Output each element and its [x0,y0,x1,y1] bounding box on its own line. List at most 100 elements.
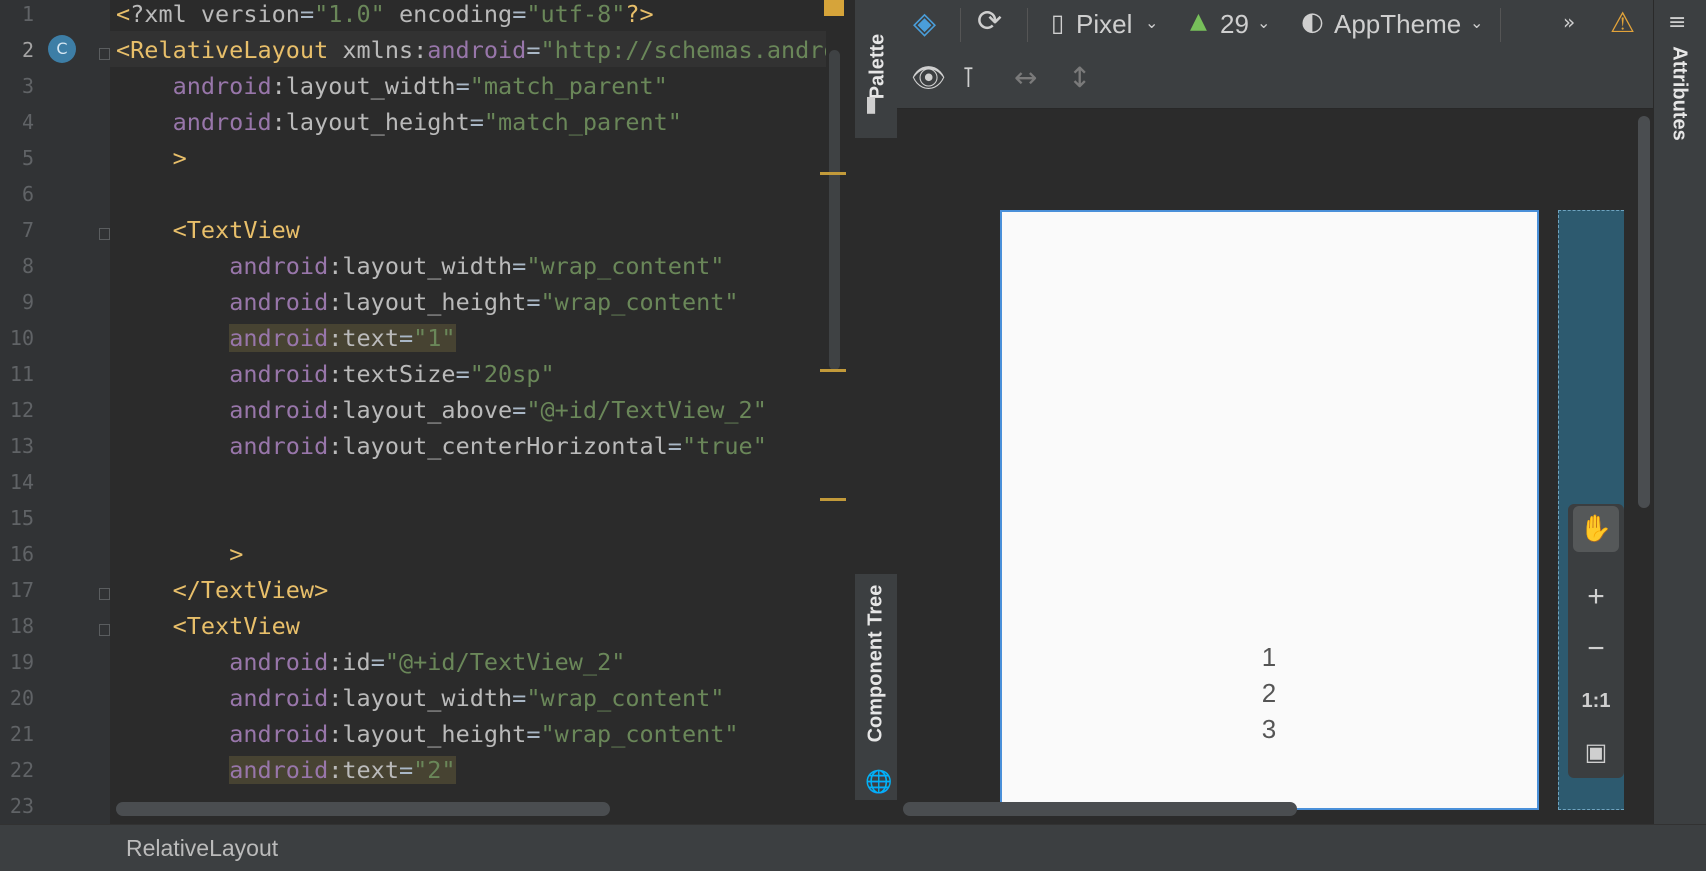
code-token: = [398,324,414,352]
phone-preview[interactable]: 1 2 3 [1000,210,1539,810]
fold-marker-icon[interactable] [99,624,110,636]
design-horizontal-scroll-thumb[interactable] [903,802,1297,816]
scroll-marker[interactable] [820,172,846,175]
horizontal-expand-icon[interactable]: ↔ [1014,61,1037,94]
component-tree-tab[interactable]: Component Tree 🌐 [855,574,897,800]
vertical-expand-icon[interactable]: ↕ [1068,61,1091,94]
device-selector[interactable]: Pixel [1076,9,1132,40]
api-level-selector[interactable]: 29 [1220,9,1249,40]
line-number: 13 [9,434,34,458]
palette-tab[interactable]: Palette ▮ [855,0,897,138]
design-secondary-toolbar: 👁 ⊺ ↔ ↕ [897,50,1653,109]
code-line[interactable]: android:layout_width="wrap_content" [116,251,724,287]
code-line[interactable]: > [116,143,187,179]
editor-horizontal-scrollbar[interactable] [116,798,846,816]
code-token: <RelativeLayout [116,36,343,64]
fold-marker-icon[interactable] [99,588,110,600]
class-gutter-icon[interactable]: C [48,35,76,63]
orientation-icon[interactable]: ⟳ [977,4,1002,39]
fold-marker-icon[interactable] [99,48,110,60]
code-line[interactable]: android:layout_height="match_parent" [116,107,682,143]
design-horizontal-scrollbar[interactable] [899,798,1634,816]
magnet-icon[interactable]: ⊺ [961,61,976,94]
zoom-actual-size-button[interactable]: 1:1 [1568,690,1624,713]
attributes-tab[interactable]: Attributes [1668,46,1691,140]
preview-textview-2[interactable]: 2 [1249,678,1289,709]
code-line[interactable]: <RelativeLayout xmlns:android="http://sc… [116,35,826,71]
design-vertical-scrollbar[interactable] [1634,110,1653,800]
code-line[interactable]: android:layout_above="@+id/TextView_2" [116,395,767,431]
code-token: "@+id/TextView_2" [526,396,767,424]
code-line[interactable]: android:layout_width="match_parent" [116,71,668,107]
line-number: 6 [21,182,34,206]
editor-vertical-scroll-thumb[interactable] [829,50,840,370]
code-token: = [455,72,470,100]
theme-selector[interactable]: AppTheme [1334,9,1461,40]
eye-icon[interactable]: 👁 [911,61,947,94]
line-number: 19 [9,650,34,674]
code-line[interactable]: > [116,539,243,575]
preview-textview-3[interactable]: 3 [1249,714,1289,745]
breadcrumb[interactable]: RelativeLayout [126,835,278,862]
pan-hand-icon[interactable]: ✋ [1573,506,1619,552]
line-number: 11 [9,362,34,386]
code-line[interactable]: <TextView [116,215,300,251]
layers-icon[interactable]: ◈ [913,6,936,41]
code-token: :text [328,324,399,352]
code-editor[interactable]: 1 2 3 4 5 6 7 8 9 10 11 12 13 14 15 16 17 18 19 20 21 22 23 C … [0,0,855,824]
code-token: android [229,432,329,460]
code-line[interactable]: <?xml version="1.0" encoding="utf-8"?> [116,0,654,35]
code-token: = [398,756,414,784]
zoom-out-button[interactable]: − [1568,632,1624,666]
scroll-marker[interactable] [820,498,846,501]
code-line[interactable]: android:textSize="20sp" [116,359,554,395]
theme-icon: ◐ [1301,7,1324,37]
code-line[interactable]: <TextView [116,611,300,647]
code-token: > [172,144,187,172]
code-token: "wrap_content" [526,252,725,280]
code-token: = [512,252,527,280]
chevron-down-icon[interactable]: ⌄ [1145,13,1158,32]
code-token: android [229,648,329,676]
editor-horizontal-scroll-thumb[interactable] [116,802,610,816]
code-token: = [455,360,470,388]
code-token: <TextView [172,612,300,640]
line-number: 14 [9,470,34,494]
code-token: android [229,360,329,388]
code-token: = [299,0,315,28]
chevron-down-icon[interactable]: ⌄ [1470,13,1483,32]
line-number: 23 [9,794,34,818]
code-token: :text [328,756,399,784]
component-tree-tab-label: Component Tree [864,584,887,743]
code-line[interactable]: android:text="1" [116,323,456,359]
code-line[interactable]: android:layout_height="wrap_content" [116,287,738,323]
scroll-marker[interactable] [820,369,846,372]
code-line[interactable]: android:layout_centerHorizontal="true" [116,431,767,467]
code-content[interactable]: <?xml version="1.0" encoding="utf-8"?> <R… [116,0,826,800]
code-line[interactable]: android:id="@+id/TextView_2" [116,647,625,683]
code-token: ?xml version [130,0,300,28]
code-line[interactable]: android:layout_width="wrap_content" [116,683,724,719]
fold-marker-icon[interactable] [99,228,110,240]
warning-icon[interactable]: ⚠ [1610,6,1635,39]
code-token: "true" [681,432,767,460]
chevron-down-icon[interactable]: ⌄ [1257,13,1270,32]
code-token: </TextView> [172,576,329,604]
status-bar: RelativeLayout [0,824,1706,871]
code-token: "utf-8" [526,0,626,28]
design-vertical-scroll-thumb[interactable] [1638,116,1650,508]
warning-marker[interactable] [824,0,844,16]
code-line[interactable]: android:layout_height="wrap_content" [116,719,738,755]
overflow-icon[interactable]: » [1563,10,1575,34]
preview-textview-1[interactable]: 1 [1249,642,1289,673]
code-line[interactable]: </TextView> [116,575,329,611]
code-line[interactable]: android:text="2" [116,755,456,791]
zoom-fit-icon[interactable]: ▣ [1568,738,1624,767]
code-token: = [469,108,484,136]
zoom-in-button[interactable]: + [1568,580,1624,614]
